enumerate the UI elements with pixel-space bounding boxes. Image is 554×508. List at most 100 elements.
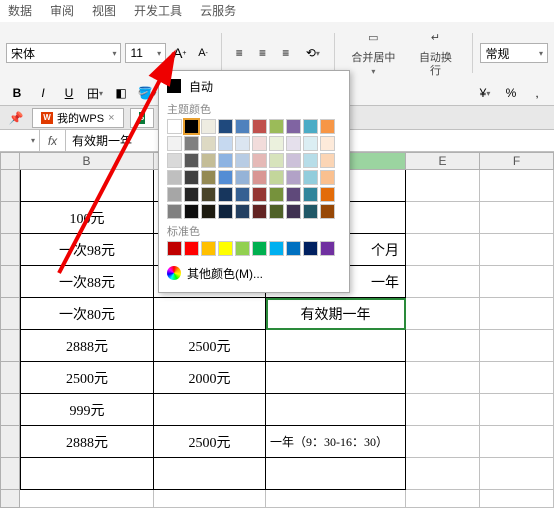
cell[interactable] <box>266 330 406 362</box>
color-swatch[interactable] <box>269 204 284 219</box>
cell[interactable]: 2500元 <box>154 426 266 458</box>
ribbon-tab[interactable]: 云服务 <box>200 0 236 21</box>
color-swatch[interactable] <box>269 187 284 202</box>
fill-color-button[interactable]: 🪣▾ <box>136 83 158 103</box>
underline-button[interactable]: U <box>58 83 80 103</box>
row-header[interactable] <box>0 458 20 490</box>
color-auto-option[interactable]: 自动 <box>167 75 341 97</box>
align-middle-button[interactable]: ≡ <box>253 43 272 63</box>
color-swatch[interactable] <box>218 136 233 151</box>
color-swatch[interactable] <box>167 136 182 151</box>
color-swatch[interactable] <box>269 136 284 151</box>
color-swatch[interactable] <box>167 241 182 256</box>
decrease-font-button[interactable]: A- <box>193 43 212 63</box>
color-swatch[interactable] <box>184 153 199 168</box>
row-header[interactable] <box>0 170 20 202</box>
cell[interactable] <box>480 234 554 266</box>
color-swatch[interactable] <box>235 153 250 168</box>
cell[interactable] <box>20 490 154 508</box>
row-header[interactable] <box>0 266 20 298</box>
color-swatch[interactable] <box>218 241 233 256</box>
color-swatch[interactable] <box>252 204 267 219</box>
color-swatch[interactable] <box>269 170 284 185</box>
close-icon[interactable]: × <box>108 112 114 124</box>
color-swatch[interactable] <box>252 119 267 134</box>
color-swatch[interactable] <box>286 119 301 134</box>
pin-icon[interactable]: 📌 <box>6 108 26 128</box>
color-swatch[interactable] <box>303 153 318 168</box>
color-swatch[interactable] <box>303 170 318 185</box>
column-header-e[interactable]: E <box>406 152 480 170</box>
cell[interactable]: 2888元 <box>20 330 154 362</box>
increase-font-button[interactable]: A+ <box>170 43 189 63</box>
font-size-select[interactable]: 11 ▾ <box>125 43 166 63</box>
font-name-select[interactable]: 宋体 ▾ <box>6 43 121 63</box>
tab-spreadsheet[interactable]: S <box>130 108 154 128</box>
color-swatch[interactable] <box>184 204 199 219</box>
row-header[interactable] <box>0 202 20 234</box>
color-swatch[interactable] <box>303 119 318 134</box>
cell[interactable] <box>154 458 266 490</box>
cell[interactable] <box>480 458 554 490</box>
color-swatch[interactable] <box>303 136 318 151</box>
cell[interactable] <box>406 394 480 426</box>
number-format-select[interactable]: 常规 ▾ <box>480 43 548 63</box>
cell[interactable] <box>406 458 480 490</box>
color-swatch[interactable] <box>252 153 267 168</box>
color-swatch[interactable] <box>320 119 335 134</box>
color-swatch[interactable] <box>320 170 335 185</box>
cell[interactable] <box>480 426 554 458</box>
cell[interactable] <box>154 298 266 330</box>
color-swatch[interactable] <box>320 153 335 168</box>
cell[interactable] <box>480 298 554 330</box>
cell[interactable] <box>480 362 554 394</box>
color-swatch[interactable] <box>167 119 182 134</box>
color-swatch[interactable] <box>286 153 301 168</box>
align-top-button[interactable]: ≡ <box>230 43 249 63</box>
color-swatch[interactable] <box>201 153 216 168</box>
cell[interactable] <box>266 362 406 394</box>
cell[interactable]: 2500元 <box>20 362 154 394</box>
cell[interactable]: 一次80元 <box>20 298 154 330</box>
row-header[interactable] <box>0 298 20 330</box>
color-swatch[interactable] <box>320 187 335 202</box>
cell[interactable] <box>406 202 480 234</box>
cell[interactable] <box>406 234 480 266</box>
row-header[interactable] <box>0 330 20 362</box>
cell[interactable]: 一次98元 <box>20 234 154 266</box>
color-swatch[interactable] <box>184 187 199 202</box>
color-swatch[interactable] <box>218 119 233 134</box>
color-swatch[interactable] <box>235 170 250 185</box>
color-swatch[interactable] <box>286 170 301 185</box>
color-swatch[interactable] <box>218 170 233 185</box>
column-header-b[interactable]: B <box>20 152 154 170</box>
cell[interactable]: 2500元 <box>154 330 266 362</box>
color-swatch[interactable] <box>252 136 267 151</box>
cell[interactable] <box>266 394 406 426</box>
bold-button[interactable]: B <box>6 83 28 103</box>
eraser-button[interactable]: ◧ <box>110 83 132 103</box>
color-swatch[interactable] <box>167 170 182 185</box>
cell[interactable] <box>480 490 554 508</box>
cell[interactable] <box>480 330 554 362</box>
color-swatch[interactable] <box>218 187 233 202</box>
cell[interactable] <box>406 298 480 330</box>
fx-button[interactable]: fx <box>40 130 66 151</box>
color-swatch[interactable] <box>201 136 216 151</box>
color-swatch[interactable] <box>235 119 250 134</box>
cell[interactable]: 一次88元 <box>20 266 154 298</box>
color-swatch[interactable] <box>201 241 216 256</box>
color-swatch[interactable] <box>218 204 233 219</box>
cell[interactable] <box>20 170 154 202</box>
wrap-text-button[interactable]: ↵ 自动换行 <box>407 27 463 79</box>
color-swatch[interactable] <box>201 187 216 202</box>
cell[interactable]: 100元 <box>20 202 154 234</box>
color-swatch[interactable] <box>303 204 318 219</box>
tab-my-wps[interactable]: W 我的WPS × <box>32 108 124 128</box>
cell[interactable] <box>154 394 266 426</box>
cell[interactable] <box>406 266 480 298</box>
percent-button[interactable]: % <box>500 83 522 103</box>
color-swatch[interactable] <box>303 187 318 202</box>
cell[interactable] <box>266 490 406 508</box>
row-header[interactable] <box>0 426 20 458</box>
